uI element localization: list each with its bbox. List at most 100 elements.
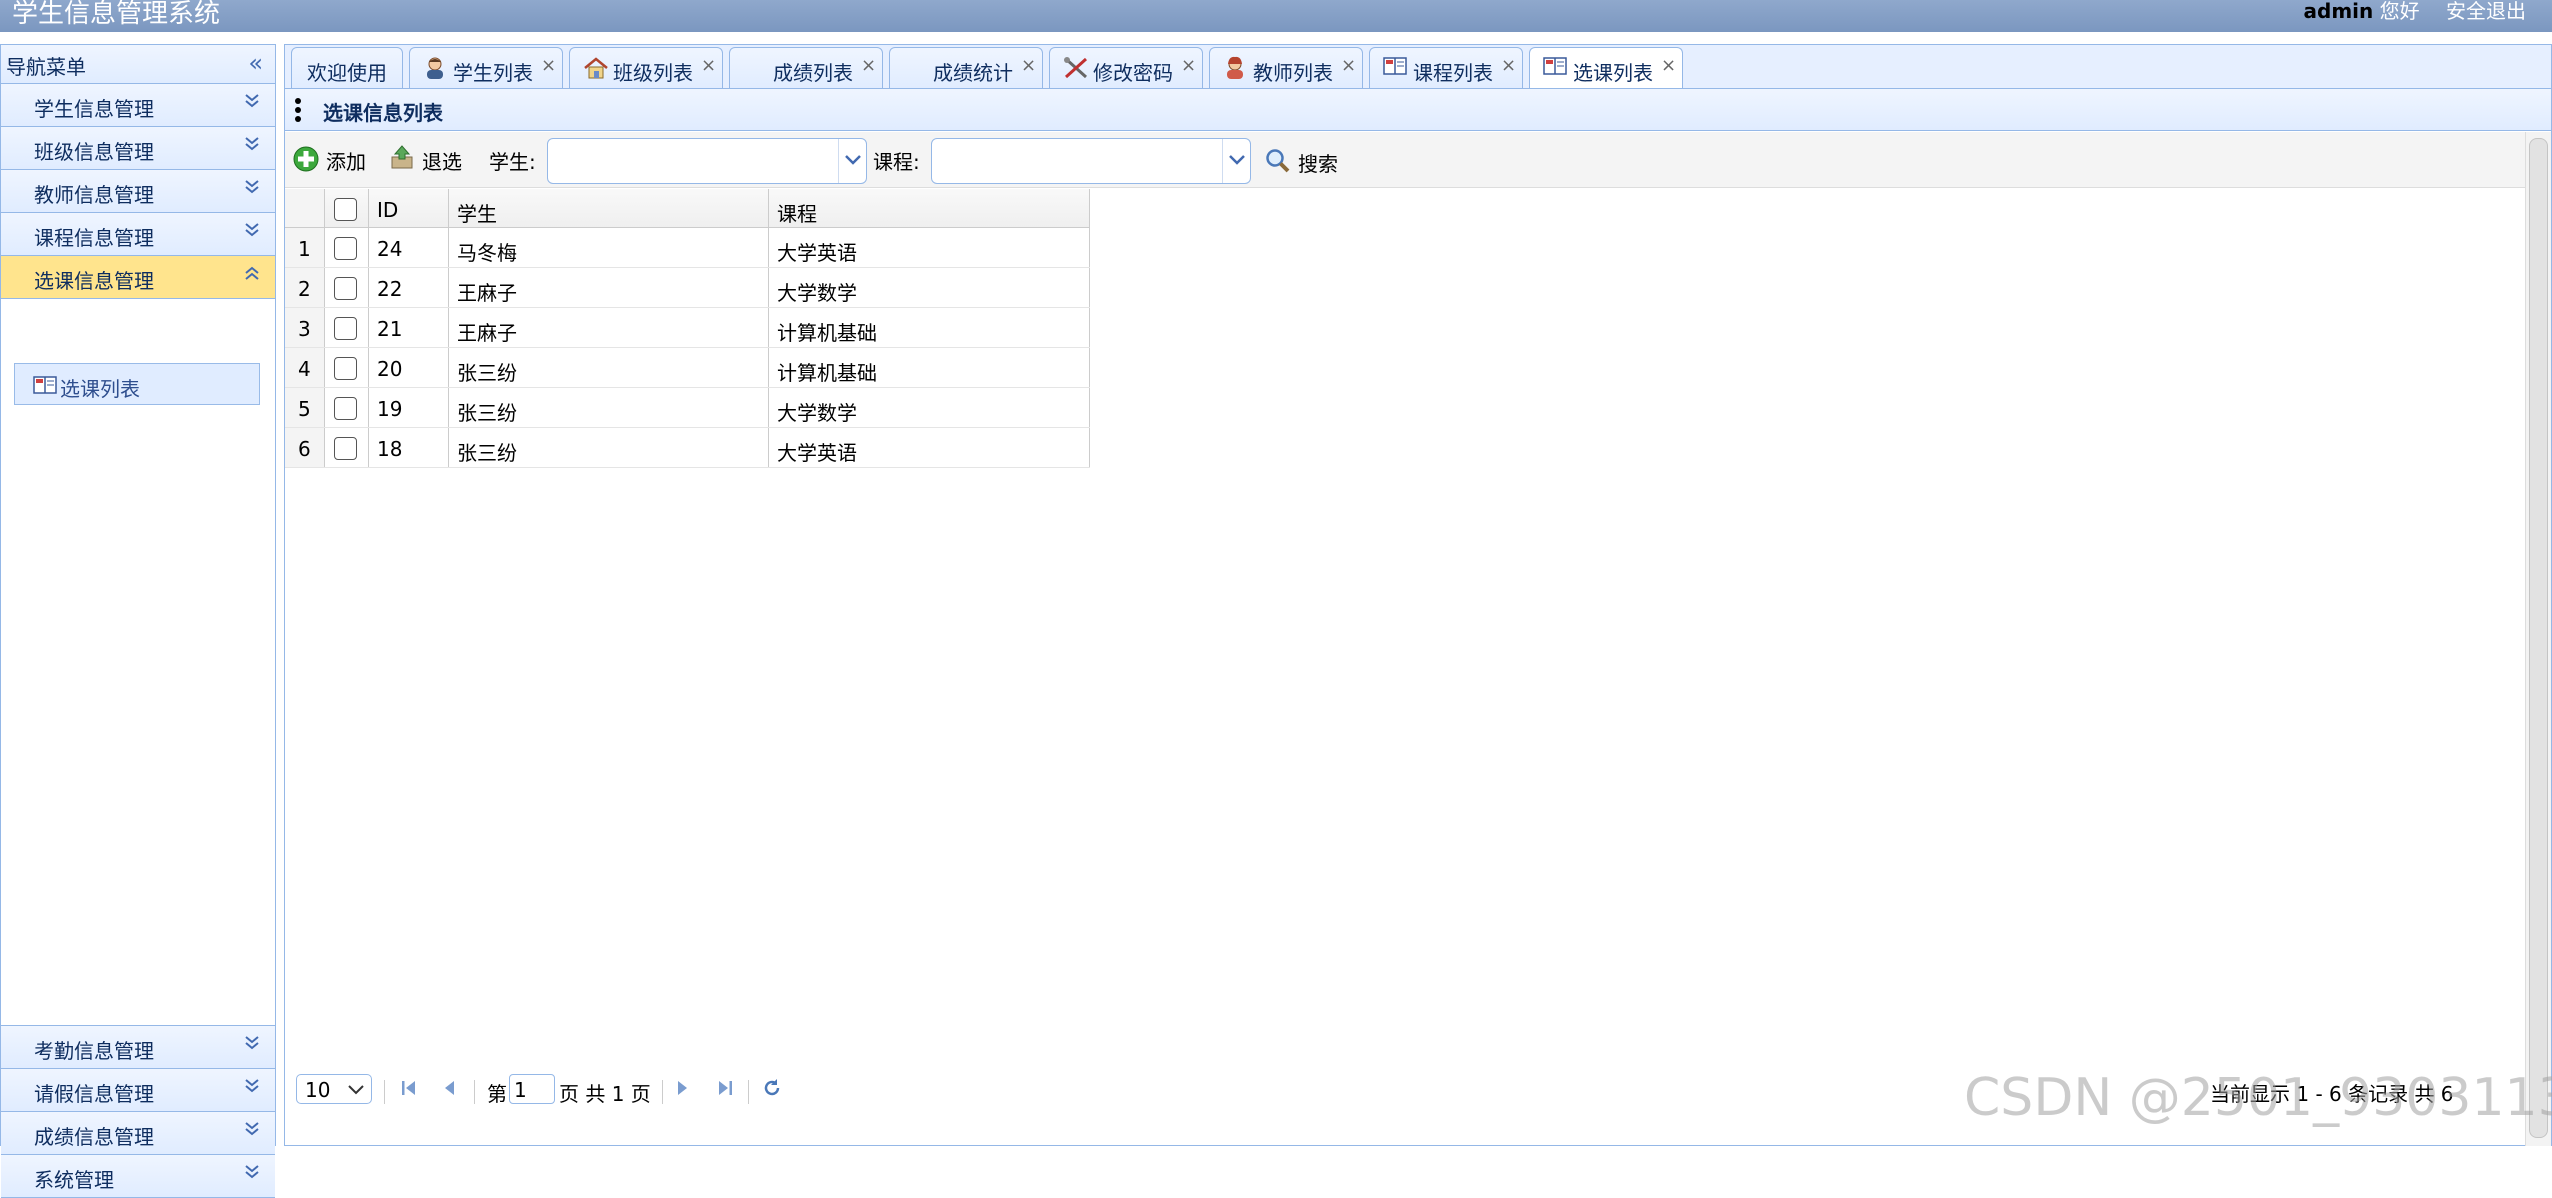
row-checkbox[interactable]	[334, 357, 357, 380]
sidebar-subitem-selection-list[interactable]: 选课列表	[14, 363, 260, 405]
first-page-icon[interactable]	[400, 1078, 418, 1103]
next-page-icon[interactable]	[676, 1078, 690, 1103]
table-row[interactable]: 2 22 王麻子 大学数学	[285, 268, 1090, 308]
row-number-header	[285, 189, 325, 227]
page-prefix-text: 第	[487, 1082, 507, 1106]
id-value: 24	[377, 237, 403, 261]
sidebar-item-course-management[interactable]: 课程信息管理	[1, 213, 275, 256]
row-checkbox-cell	[325, 228, 369, 267]
chevron-down-icon[interactable]	[1222, 139, 1250, 183]
close-icon[interactable]: ×	[701, 55, 716, 76]
student-icon	[423, 56, 447, 85]
tab-score-stats[interactable]: 成绩统计 ×	[889, 47, 1043, 91]
course-cell: 计算机基础	[769, 348, 1090, 387]
search-button[interactable]: 搜索	[1265, 142, 1345, 178]
logout-link[interactable]: 安全退出	[2446, 0, 2526, 23]
username: admin	[2303, 0, 2374, 23]
close-icon[interactable]: ×	[1661, 55, 1676, 76]
tab-class-list[interactable]: 班级列表 ×	[569, 47, 723, 91]
student-combobox[interactable]	[547, 138, 867, 184]
student-filter-label: 学生:	[489, 150, 536, 174]
page-size-select[interactable]: 10	[296, 1074, 372, 1104]
last-page-icon[interactable]	[716, 1078, 734, 1103]
id-value: 22	[377, 277, 403, 301]
withdraw-icon	[389, 144, 415, 175]
student-cell: 马冬梅	[449, 228, 769, 267]
current-page-input[interactable]: 1	[509, 1074, 555, 1104]
double-chevron-down-icon	[243, 1075, 261, 1103]
row-checkbox[interactable]	[334, 237, 357, 260]
panel-header: 选课信息列表	[285, 89, 2551, 131]
close-icon[interactable]: ×	[1341, 55, 1356, 76]
tab-score-list[interactable]: 成绩列表 ×	[729, 47, 883, 91]
search-button-label: 搜索	[1298, 152, 1338, 176]
sidebar-item-score-management[interactable]: 成绩信息管理	[1, 1112, 275, 1155]
sidebar-item-selection-management[interactable]: 选课信息管理	[1, 256, 275, 299]
sidebar-item-system-management[interactable]: 系统管理	[1, 1155, 275, 1198]
student-cell: 王麻子	[449, 308, 769, 347]
sidebar-item-teacher-management[interactable]: 教师信息管理	[1, 170, 275, 213]
tab-welcome[interactable]: 欢迎使用	[291, 47, 403, 91]
selection-management-panel: 选课列表	[1, 299, 275, 1026]
table-row[interactable]: 1 24 马冬梅 大学英语	[285, 228, 1090, 268]
course-combobox[interactable]	[931, 138, 1251, 184]
select-all-checkbox[interactable]	[334, 198, 357, 221]
tab-label: 欢迎使用	[307, 61, 387, 85]
book-icon	[1383, 56, 1407, 81]
menu-dots-icon[interactable]	[295, 98, 301, 125]
prev-page-icon[interactable]	[442, 1078, 456, 1103]
tab-change-password[interactable]: 修改密码 ×	[1049, 47, 1203, 91]
course-value: 大学数学	[777, 281, 857, 305]
table-row[interactable]: 3 21 王麻子 计算机基础	[285, 308, 1090, 348]
refresh-icon[interactable]	[762, 1078, 782, 1103]
row-number: 6	[298, 437, 311, 461]
tab-selection-list[interactable]: 选课列表 ×	[1529, 47, 1683, 91]
double-chevron-down-icon	[243, 90, 261, 118]
scrollbar-thumb[interactable]	[2529, 138, 2548, 1138]
column-header-student[interactable]: 学生	[449, 189, 769, 227]
close-icon[interactable]: ×	[861, 55, 876, 76]
close-icon[interactable]: ×	[541, 55, 556, 76]
chevron-down-icon[interactable]	[838, 139, 866, 183]
close-icon[interactable]: ×	[1021, 55, 1036, 76]
row-checkbox[interactable]	[334, 277, 357, 300]
page-total-text: 页 共 1 页	[559, 1082, 651, 1106]
sidebar-item-label: 学生信息管理	[34, 97, 154, 121]
sidebar-item-leave-management[interactable]: 请假信息管理	[1, 1069, 275, 1112]
tab-student-list[interactable]: 学生列表 ×	[409, 47, 563, 91]
close-icon[interactable]: ×	[1181, 55, 1196, 76]
withdraw-button[interactable]: 退选	[389, 142, 469, 178]
tab-label: 教师列表	[1253, 61, 1333, 85]
tab-teacher-list[interactable]: 教师列表 ×	[1209, 47, 1363, 91]
double-chevron-left-icon[interactable]: «	[248, 49, 263, 77]
current-page-value: 1	[514, 1078, 527, 1102]
double-chevron-down-icon	[243, 1118, 261, 1146]
table-row[interactable]: 5 19 张三纷 大学数学	[285, 388, 1090, 428]
row-checkbox[interactable]	[334, 397, 357, 420]
vertical-scrollbar[interactable]	[2525, 132, 2551, 1146]
chevron-down-icon	[348, 1085, 364, 1095]
close-icon[interactable]: ×	[1501, 55, 1516, 76]
row-checkbox-cell	[325, 308, 369, 347]
column-header-label: 课程	[777, 202, 817, 226]
app-title: 学生信息管理系统	[12, 0, 221, 29]
row-checkbox[interactable]	[334, 317, 357, 340]
table-row[interactable]: 6 18 张三纷 大学英语	[285, 428, 1090, 468]
row-checkbox[interactable]	[334, 437, 357, 460]
sidebar-item-student-management[interactable]: 学生信息管理	[1, 84, 275, 127]
sidebar-item-label: 课程信息管理	[34, 226, 154, 250]
sidebar-item-class-management[interactable]: 班级信息管理	[1, 127, 275, 170]
column-header-course[interactable]: 课程	[769, 189, 1090, 227]
table-header-row: ID 学生 课程	[285, 189, 1090, 228]
column-header-id[interactable]: ID	[369, 189, 449, 227]
tab-label: 成绩列表	[773, 61, 853, 85]
table-row[interactable]: 4 20 张三纷 计算机基础	[285, 348, 1090, 388]
add-button[interactable]: 添加	[293, 142, 373, 178]
tab-label: 班级列表	[613, 61, 693, 85]
id-cell: 19	[369, 388, 449, 427]
sidebar-item-label: 系统管理	[34, 1168, 114, 1192]
tab-course-list[interactable]: 课程列表 ×	[1369, 47, 1523, 91]
sidebar-item-attendance-management[interactable]: 考勤信息管理	[1, 1026, 275, 1069]
sidebar-item-label: 教师信息管理	[34, 183, 154, 207]
sidebar-subitem-label: 选课列表	[60, 377, 140, 401]
